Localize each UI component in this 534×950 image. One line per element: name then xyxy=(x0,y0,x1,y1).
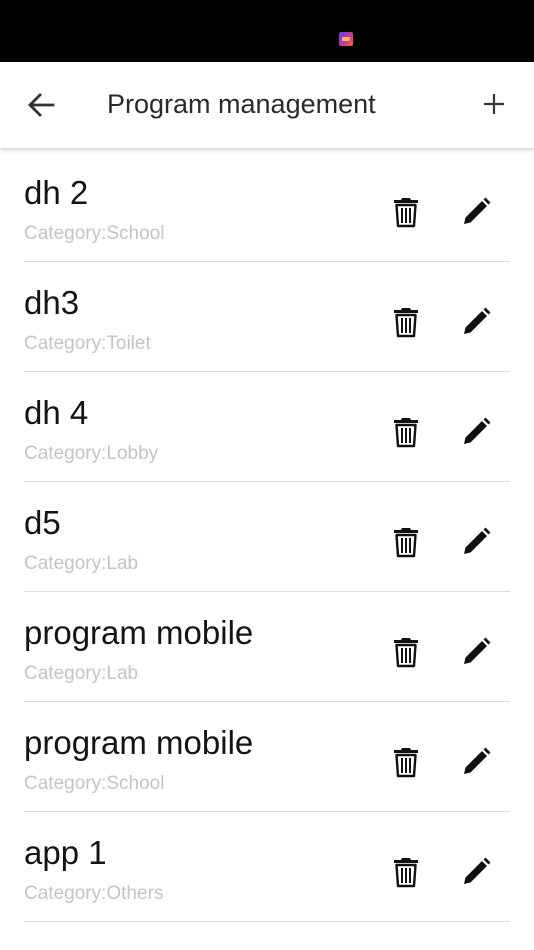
delete-button[interactable] xyxy=(386,302,426,342)
edit-button[interactable] xyxy=(456,632,496,672)
trash-icon xyxy=(394,308,418,338)
list-item[interactable]: dh 4 Category:Lobby xyxy=(0,372,534,482)
list-item[interactable]: dh3 Category:Toilet xyxy=(0,262,534,372)
program-name: dh3 xyxy=(24,284,80,321)
trash-icon xyxy=(394,528,418,558)
list-item[interactable]: program mobile Category:School xyxy=(0,702,534,812)
app-bar: Program management xyxy=(0,62,534,148)
pencil-icon xyxy=(464,527,491,554)
program-category: Category:Toilet xyxy=(24,333,151,354)
trash-icon xyxy=(394,638,418,668)
pencil-icon xyxy=(464,307,491,334)
program-category: Category:Lobby xyxy=(24,443,159,464)
edit-button[interactable] xyxy=(456,302,496,342)
edit-button[interactable] xyxy=(456,852,496,892)
program-name: d5 xyxy=(24,504,61,541)
trash-icon xyxy=(394,748,418,778)
program-category: Category:Others xyxy=(24,883,164,904)
plus-icon xyxy=(484,94,504,114)
delete-button[interactable] xyxy=(386,632,426,672)
program-category: Category:Lab xyxy=(24,553,139,574)
edit-button[interactable] xyxy=(456,742,496,782)
trash-icon xyxy=(394,198,418,228)
program-name: dh 2 xyxy=(24,174,89,211)
program-category: Category:School xyxy=(24,773,165,794)
arrow-left-icon xyxy=(28,93,55,117)
pencil-icon xyxy=(464,857,491,884)
pencil-icon xyxy=(464,417,491,444)
edit-button[interactable] xyxy=(456,192,496,232)
status-bar xyxy=(0,0,534,62)
delete-button[interactable] xyxy=(386,742,426,782)
list-item[interactable]: app 1 Category:Others xyxy=(0,812,534,922)
back-button[interactable] xyxy=(22,86,60,124)
list-item[interactable]: program mobile Category:Lab xyxy=(0,592,534,702)
notification-app-icon xyxy=(339,32,353,46)
trash-icon xyxy=(394,858,418,888)
edit-button[interactable] xyxy=(456,412,496,452)
pencil-icon xyxy=(464,197,491,224)
delete-button[interactable] xyxy=(386,852,426,892)
program-name: program mobile xyxy=(24,724,254,761)
pencil-icon xyxy=(464,637,491,664)
page-title: Program management xyxy=(107,89,376,119)
delete-button[interactable] xyxy=(386,192,426,232)
program-name: app 1 xyxy=(24,834,107,871)
program-category: Category:Lab xyxy=(24,663,139,684)
program-name: dh 4 xyxy=(24,394,89,431)
edit-button[interactable] xyxy=(456,522,496,562)
list-item[interactable]: d5 Category:Lab xyxy=(0,482,534,592)
delete-button[interactable] xyxy=(386,412,426,452)
list-item[interactable]: dh 2 Category:School xyxy=(0,152,534,262)
add-program-button[interactable] xyxy=(474,84,514,124)
trash-icon xyxy=(394,418,418,448)
program-name: program mobile xyxy=(24,614,254,651)
program-list: dh 2 Category:School dh3 Category:Toilet xyxy=(0,152,534,922)
program-category: Category:School xyxy=(24,223,165,244)
pencil-icon xyxy=(464,747,491,774)
delete-button[interactable] xyxy=(386,522,426,562)
divider xyxy=(24,921,510,922)
